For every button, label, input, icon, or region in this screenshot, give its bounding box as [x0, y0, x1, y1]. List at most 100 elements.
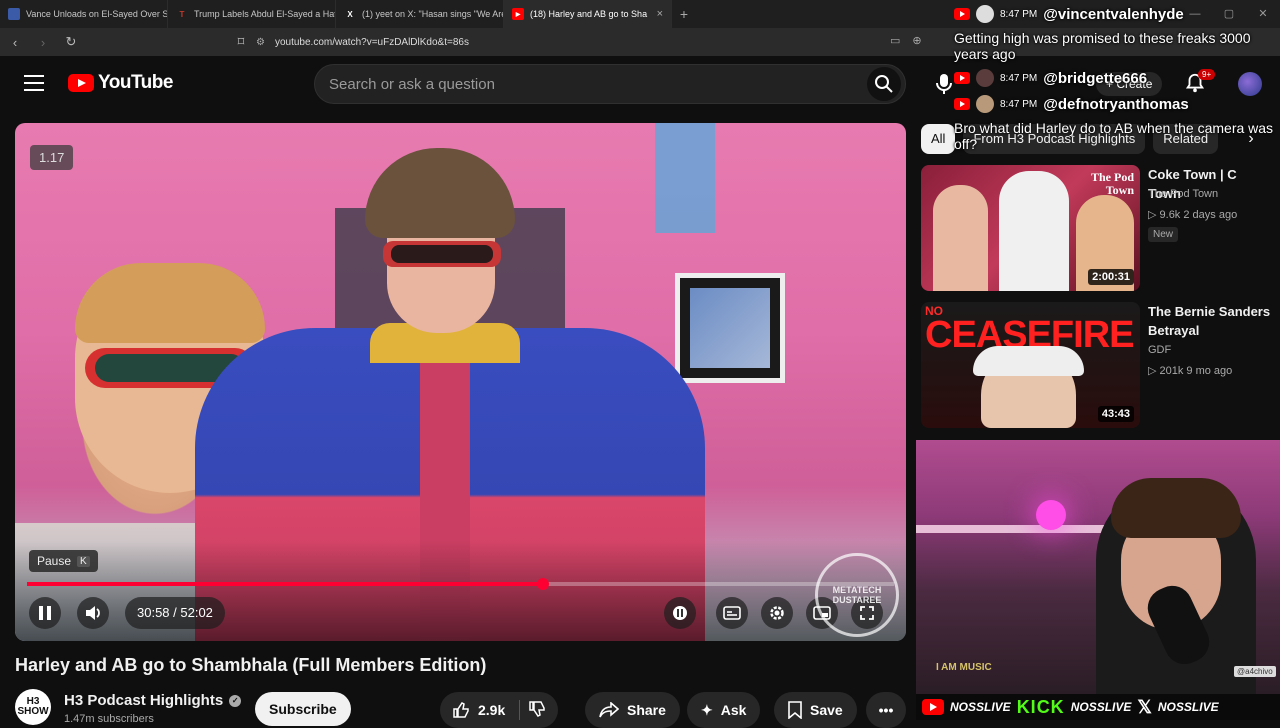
microphone-icon[interactable] [932, 72, 956, 96]
kid-mask-hair [75, 263, 265, 343]
url-text: youtube.com/watch?v=uFzDAlDlKdo&t=86s [274, 36, 469, 48]
youtube-chat-icon [954, 98, 970, 110]
new-badge: New [1148, 227, 1179, 242]
sticker-label: @a4chivo [1234, 666, 1276, 677]
recommendation-item[interactable]: NO CEASEFIRE 43:43 The Bernie Sanders Be… [921, 302, 1271, 430]
social-handle: NOSSLIVE [1157, 700, 1219, 714]
pause-icon [39, 606, 51, 620]
more-actions-button[interactable]: ••• [866, 692, 906, 728]
site-info-icon[interactable]: ⚙ [256, 37, 265, 48]
stream-social-bar: NOSSLIVE KICK NOSSLIVE 𝕏 NOSSLIVE [916, 694, 1280, 720]
wall-sign: I AM MUSIC [936, 662, 992, 673]
verified-check-icon: ✓ [229, 694, 242, 707]
cast-icon[interactable]: ▭ [890, 34, 900, 47]
chat-username: @bridgette666 [1043, 69, 1148, 87]
tooltip-key: K [77, 555, 90, 567]
sparkle-icon: ✦ [701, 701, 713, 718]
share-button[interactable]: Share [585, 692, 680, 728]
youtube-social-icon [922, 699, 944, 715]
subscriber-count: 1.47m subscribers [64, 713, 154, 725]
tab-title: (18) Harley and AB go to Sha [530, 9, 648, 19]
thumb-text: The Pod Town [1090, 170, 1134, 197]
chat-username: @vincentvalenhyde [1043, 5, 1184, 23]
youtube-favicon-icon: ▶ [512, 8, 524, 20]
recommendation-item[interactable]: The Pod Town 2:00:31 Coke Town | C Town … [921, 165, 1271, 293]
chat-time: 8:47 PM [1000, 8, 1038, 20]
like-button[interactable]: 2.9k [452, 701, 505, 719]
save-label: Save [810, 702, 843, 718]
subtitles-button[interactable] [716, 597, 748, 629]
playback-speed-badge: 1.17 [30, 145, 74, 170]
video-duration: 43:43 [1097, 406, 1134, 422]
bookmark-save-icon [788, 701, 802, 719]
chat-time: 8:47 PM [1000, 98, 1038, 110]
video-player[interactable]: 1.17 Pause K 30:58 / 52:02 METATECH DUST… [15, 123, 906, 641]
autoplay-icon [673, 606, 687, 620]
video-duration: 2:00:31 [1088, 269, 1134, 285]
ask-button[interactable]: ✦ Ask [687, 692, 761, 728]
wall-poster [655, 123, 715, 233]
youtube-play-icon [68, 74, 94, 92]
back-icon[interactable]: ‹ [8, 35, 22, 50]
recommendation-channel[interactable]: The Pod Town [1148, 188, 1218, 200]
thumb-person [999, 171, 1069, 291]
new-tab-icon[interactable]: + [672, 6, 696, 22]
streamer-webcam: I AM MUSIC @a4chivo [916, 440, 1280, 694]
chat-message: 8:47 PM @defnotryanthomas Bro what did H… [954, 94, 1280, 152]
streamer-hair [1111, 478, 1241, 538]
tab-favicon-icon [8, 8, 20, 20]
bookmark-icon[interactable]: ⌑ [234, 34, 248, 50]
search-button[interactable] [867, 67, 901, 101]
chip-all[interactable]: All [921, 124, 956, 154]
volume-button[interactable] [77, 597, 109, 629]
volume-icon [86, 606, 100, 620]
progress-scrubber[interactable] [536, 578, 549, 590]
wall-picture-frame [675, 273, 785, 383]
channel-name[interactable]: H3 Podcast Highlights ✓ [64, 692, 242, 709]
recommendation-thumbnail[interactable]: NO CEASEFIRE 43:43 [921, 302, 1140, 428]
like-divider [519, 700, 521, 720]
browser-tab[interactable]: Vance Unloads on El-Sayed Over Sha [0, 0, 168, 28]
tab-favicon-icon: T [179, 9, 185, 19]
address-bar-icons: ▭ ⊕ [890, 34, 922, 47]
close-tab-icon[interactable]: × [657, 8, 663, 20]
time-display: 30:58 / 52:02 [125, 597, 225, 629]
thumb-hair [973, 346, 1084, 376]
thumbs-up-icon [453, 702, 469, 718]
more-icon: ••• [878, 702, 894, 718]
pause-button[interactable] [29, 597, 61, 629]
like-count: 2.9k [478, 702, 506, 718]
channel-watermark: METATECH DUSTAREE [815, 553, 899, 637]
autoplay-toggle[interactable] [664, 597, 696, 629]
search-input[interactable] [329, 65, 849, 103]
thumbs-down-icon [529, 700, 545, 717]
pause-tooltip: Pause K [29, 550, 98, 572]
logo-text: YouTube [98, 72, 173, 93]
settings-button[interactable] [761, 597, 793, 629]
youtube-chat-icon [954, 8, 970, 20]
dislike-button[interactable] [528, 700, 546, 721]
stream-chat-overlay: 8:47 PM @vincentvalenhyde Getting high w… [954, 4, 1280, 152]
recommendation-thumbnail[interactable]: The Pod Town 2:00:31 [921, 165, 1140, 291]
recommendation-channel[interactable]: GDF [1148, 344, 1171, 356]
url-field[interactable]: ⚙ youtube.com/watch?v=uFzDAlDlKdo&t=86s [256, 32, 940, 52]
tooltip-label: Pause [37, 554, 72, 568]
zoom-icon[interactable]: ⊕ [912, 34, 921, 47]
progress-bar[interactable] [27, 578, 894, 590]
subscribe-button[interactable]: Subscribe [255, 692, 351, 726]
progress-played [27, 582, 543, 586]
person-sunglasses [383, 241, 501, 267]
forward-icon[interactable]: › [36, 35, 50, 50]
cam-shelf [916, 525, 1116, 533]
browser-tab-active[interactable]: ▶ (18) Harley and AB go to Sha × [504, 0, 672, 28]
recommendation-title[interactable]: The Bernie Sanders Betrayal [1148, 302, 1273, 340]
youtube-logo[interactable]: YouTube [68, 72, 173, 94]
menu-icon[interactable] [24, 75, 44, 91]
search-box[interactable] [314, 64, 906, 104]
browser-tab[interactable]: T Trump Labels Abdul El-Sayed a Hateful [168, 0, 336, 28]
reload-icon[interactable]: ↻ [64, 34, 78, 50]
browser-tab[interactable]: X (1) yeet on X: "Hasan sings "We Are [336, 0, 504, 28]
chat-avatar [976, 95, 994, 113]
chat-text: Getting high was promised to these freak… [954, 30, 1251, 62]
save-button[interactable]: Save [774, 692, 857, 728]
